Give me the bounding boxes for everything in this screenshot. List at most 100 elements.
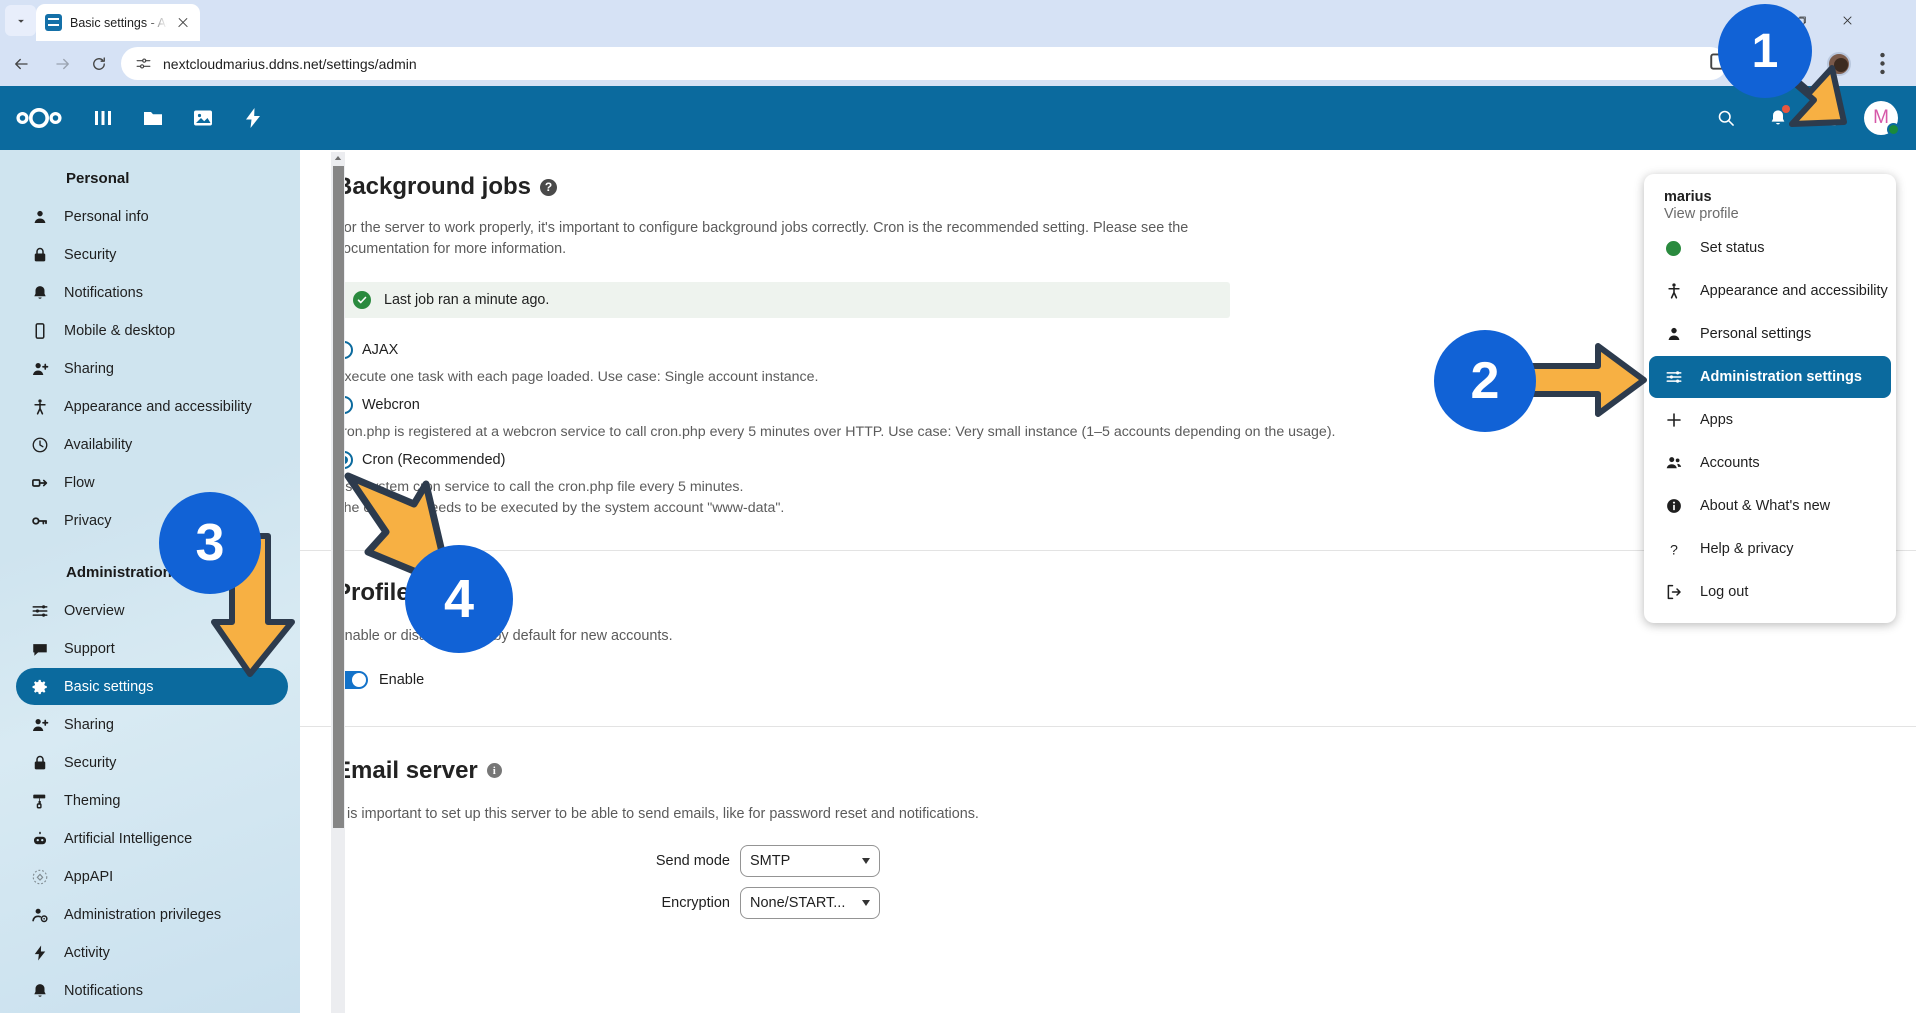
sidebar-item-label: Privacy [64,512,112,529]
menu-item-label: Administration settings [1700,369,1862,385]
browser-toolbar: nextcloudmarius.ddns.net/settings/admin [0,41,1916,86]
annotation-arrow-2 [1523,343,1647,417]
sidebar-item-label: Flow [64,474,95,491]
sidebar-item-label: Appearance and accessibility [64,398,252,415]
sidebar-item-theming[interactable]: Theming [16,782,288,819]
menu-item-accounts[interactable]: Accounts [1649,442,1891,484]
sidebar-item-personal-info[interactable]: Personal info [16,198,288,235]
email-server-description: It is important to set up this server to… [335,805,979,822]
account-icon [30,207,49,226]
forward-icon[interactable] [47,48,78,79]
sidebar-item-label: Basic settings [64,678,154,695]
nextcloud-logo[interactable] [0,107,78,129]
menu-item-label: Apps [1700,412,1734,428]
send-mode-label: Send mode [655,852,730,869]
window-close-button[interactable] [1824,0,1870,41]
mobile-icon [30,321,49,340]
sidebar-item-activity[interactable]: Activity [16,934,288,971]
sliders-icon [30,601,49,620]
annotation-badge-4: 4 [405,545,513,653]
sidebar-item-flow[interactable]: Flow [16,464,288,501]
activity-icon[interactable] [228,86,278,150]
menu-item-label: Help & privacy [1700,541,1794,557]
sidebar-item-admin-notifications[interactable]: Notifications [16,972,288,1009]
chevron-down-icon [17,19,24,23]
scrollbar-up-arrow-icon[interactable] [334,154,342,162]
annotation-badge-3: 3 [159,492,261,594]
menu-item-label: Set status [1700,240,1765,256]
menu-item-log-out[interactable]: Log out [1649,571,1891,613]
account-icon [1664,325,1683,344]
tab-search-button[interactable] [5,5,36,36]
radio-label: Cron (Recommended) [362,451,506,468]
user-menu-header[interactable]: marius View profile [1644,182,1896,226]
paint-roller-icon [30,791,49,810]
lightning-icon [30,943,49,962]
accessibility-icon [1664,282,1683,301]
menu-item-personal-settings[interactable]: Personal settings [1649,313,1891,355]
menu-item-label: Personal settings [1700,326,1812,342]
lock-icon [30,245,49,264]
share-account-icon [30,359,49,378]
lock-icon [30,753,49,772]
send-mode-select[interactable]: SMTP [740,844,880,877]
menu-item-administration-settings[interactable]: Administration settings [1649,356,1891,398]
appapi-icon [30,867,49,886]
menu-item-about[interactable]: About & What's new [1649,485,1891,527]
encryption-value: None/START... [750,894,846,911]
toggle-label: Enable [379,671,425,688]
browser-tab[interactable]: Basic settings - Admin [36,4,200,41]
question-icon: ? [1664,540,1683,559]
sidebar-item-mobile-desktop[interactable]: Mobile & desktop [16,312,288,349]
user-dropdown-menu: marius View profile Set status Appearanc… [1644,174,1896,623]
user-avatar[interactable]: M [1864,101,1900,136]
section-title-text: Email server [335,756,478,784]
site-settings-icon[interactable] [134,55,152,73]
last-job-status-text: Last job ran a minute ago. [384,291,550,308]
menu-item-set-status[interactable]: Set status [1649,227,1891,269]
files-icon[interactable] [128,86,178,150]
photos-icon[interactable] [178,86,228,150]
status-dot-icon [1664,239,1683,258]
sidebar-item-admin-security[interactable]: Security [16,744,288,781]
help-icon[interactable]: ? [540,178,558,196]
sidebar-item-label: Security [64,246,117,263]
robot-icon [30,829,49,848]
back-icon[interactable] [5,48,36,79]
sidebar-item-appapi[interactable]: AppAPI [16,858,288,895]
flow-icon [30,473,49,492]
chrome-menu-icon[interactable] [1867,48,1898,79]
sidebar-item-artificial-intelligence[interactable]: Artificial Intelligence [16,820,288,857]
sidebar-item-notifications[interactable]: Notifications [16,274,288,311]
section-title-text: Background jobs [335,173,532,200]
menu-item-appearance[interactable]: Appearance and accessibility [1649,270,1891,312]
sidebar-item-sharing[interactable]: Sharing [16,350,288,387]
sidebar-item-availability[interactable]: Availability [16,426,288,463]
close-icon[interactable] [175,15,191,31]
address-bar[interactable]: nextcloudmarius.ddns.net/settings/admin [121,47,1727,80]
sidebar-item-appearance[interactable]: Appearance and accessibility [16,388,288,425]
menu-item-apps[interactable]: Apps [1649,399,1891,441]
view-profile-link[interactable]: View profile [1664,206,1896,222]
bell-icon [30,981,49,1000]
menu-item-help-privacy[interactable]: ? Help & privacy [1649,528,1891,570]
sliders-icon [1664,368,1683,387]
profile-enable-toggle-row[interactable]: Enable [335,670,1916,689]
chevron-down-icon [862,857,870,864]
sidebar-item-administration-privileges[interactable]: Administration privileges [16,896,288,933]
sidebar-item-admin-sharing[interactable]: Sharing [16,706,288,743]
plus-icon [1664,411,1683,430]
encryption-label: Encryption [661,894,730,911]
info-icon[interactable]: i [486,763,502,779]
dashboard-icon[interactable] [78,86,128,150]
menu-item-label: Appearance and accessibility [1700,283,1888,299]
sidebar-item-security[interactable]: Security [16,236,288,273]
radio-label: Webcron [362,396,420,413]
logout-icon [1664,583,1683,602]
encryption-select[interactable]: None/START... [740,886,880,919]
avatar-letter: M [1873,107,1889,128]
menu-item-label: Accounts [1700,455,1760,471]
search-icon[interactable] [1700,86,1752,150]
email-server-title: Email server i [335,757,1916,785]
reload-icon[interactable] [83,48,114,79]
